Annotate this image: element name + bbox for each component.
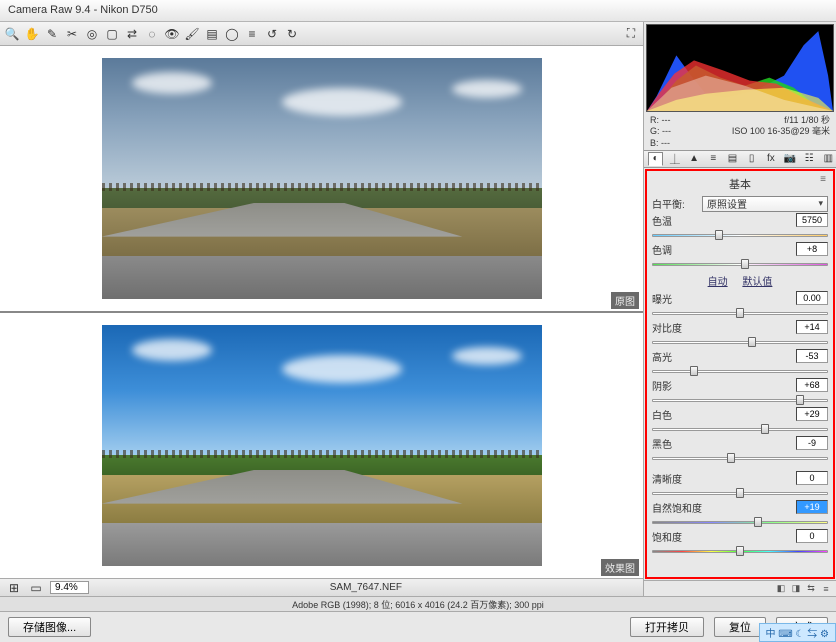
spot-removal-icon[interactable]: ◌ xyxy=(144,26,160,42)
result-label: 效果图 xyxy=(601,559,639,576)
tint-value[interactable] xyxy=(796,242,828,256)
target-adjust-icon[interactable]: ◎ xyxy=(84,26,100,42)
info-r: R: --- xyxy=(650,115,671,126)
tint-slider[interactable] xyxy=(652,258,828,270)
right-view-controls: ◧ ◨ ⇆ ≡ xyxy=(644,580,836,596)
view-menu-icon[interactable]: ≡ xyxy=(820,583,832,595)
titlebar: Camera Raw 9.4 - Nikon D750 xyxy=(0,0,836,22)
saturation-label: 饱和度 xyxy=(652,529,698,544)
whites-value[interactable] xyxy=(796,407,828,421)
contrast-value[interactable] xyxy=(796,320,828,334)
before-after-icon[interactable]: ⇆ xyxy=(805,583,817,595)
clarity-value[interactable] xyxy=(796,471,828,485)
saturation-slider[interactable] xyxy=(652,545,828,557)
panel-tabs: ◐ ⏊ ▲ ≡ ▤ ▯ fx 📷 ☷ ▥ xyxy=(644,150,836,168)
info-iso: ISO 100 16-35@29 毫米 xyxy=(732,126,830,137)
default-link[interactable]: 默认值 xyxy=(742,277,772,288)
radial-filter-icon[interactable]: ◯ xyxy=(224,26,240,42)
adjustment-brush-icon[interactable]: 🖌 xyxy=(184,26,200,42)
preferences-icon[interactable]: ≡ xyxy=(244,26,260,42)
exposure-label: 曝光 xyxy=(652,291,698,306)
zoom-dropdown[interactable]: 9.4% xyxy=(50,581,89,594)
exposure-slider[interactable] xyxy=(652,307,828,319)
tab-camera[interactable]: 📷 xyxy=(782,152,797,166)
straighten-tool-icon[interactable]: ⇄ xyxy=(124,26,140,42)
open-copy-button[interactable]: 打开拷贝 xyxy=(630,617,704,637)
temp-slider[interactable] xyxy=(652,229,828,241)
left-statusbar: ⊞ ▭ 9.4% SAM_7647.NEF xyxy=(0,578,643,596)
zoom-tool-icon[interactable]: 🔍 xyxy=(4,26,20,42)
temp-value[interactable] xyxy=(796,213,828,227)
tint-label: 色调 xyxy=(652,242,698,257)
fullscreen-toggle-icon[interactable]: ⛶ xyxy=(623,26,639,42)
window-title: Camera Raw 9.4 - Nikon D750 xyxy=(8,4,158,16)
single-view-icon[interactable]: ▭ xyxy=(28,580,44,596)
shadows-slider[interactable] xyxy=(652,394,828,406)
panel-title: 基本 xyxy=(652,174,828,196)
highlight-clip-icon[interactable]: ◨ xyxy=(790,583,802,595)
color-sampler-icon[interactable]: ✂ xyxy=(64,26,80,42)
crop-tool-icon[interactable]: ▢ xyxy=(104,26,120,42)
clarity-label: 清晰度 xyxy=(652,471,698,486)
shadow-clip-icon[interactable]: ◧ xyxy=(775,583,787,595)
info-exposure: f/11 1/80 秒 xyxy=(732,115,830,126)
vibrance-slider[interactable] xyxy=(652,516,828,528)
tab-fx[interactable]: fx xyxy=(763,152,778,166)
blacks-value[interactable] xyxy=(796,436,828,450)
info-b: B: --- xyxy=(650,138,671,149)
image-info: R: --- G: --- B: --- f/11 1/80 秒 ISO 100… xyxy=(644,114,836,150)
auto-link[interactable]: 自动 xyxy=(708,277,728,288)
tab-presets[interactable]: ☷ xyxy=(802,152,817,166)
info-g: G: --- xyxy=(650,126,671,137)
wb-dropdown[interactable]: 原照设置 xyxy=(702,196,828,212)
tab-basic[interactable]: ◐ xyxy=(648,152,663,166)
shadows-value[interactable] xyxy=(796,378,828,392)
toolbar: 🔍 ✋ ✎ ✂ ◎ ▢ ⇄ ◌ 👁 🖌 ▤ ◯ ≡ ↺ ↻ ⛶ xyxy=(0,22,643,46)
preview-area: 原图 效果图 xyxy=(0,46,643,578)
basic-panel: 基本 白平衡: 原照设置 色温 色调 自动 xyxy=(645,169,835,579)
highlights-value[interactable] xyxy=(796,349,828,363)
tab-detail[interactable]: ▲ xyxy=(686,152,701,166)
wb-eyedropper-icon[interactable]: ✎ xyxy=(44,26,60,42)
exposure-value[interactable] xyxy=(796,291,828,305)
preview-result[interactable]: 效果图 xyxy=(0,313,643,578)
tab-lens[interactable]: ▯ xyxy=(744,152,759,166)
whites-label: 白色 xyxy=(652,407,698,422)
clarity-slider[interactable] xyxy=(652,487,828,499)
histogram[interactable] xyxy=(646,24,834,112)
hand-tool-icon[interactable]: ✋ xyxy=(24,26,40,42)
temp-label: 色温 xyxy=(652,213,698,228)
highlights-slider[interactable] xyxy=(652,365,828,377)
graduated-filter-icon[interactable]: ▤ xyxy=(204,26,220,42)
original-label: 原图 xyxy=(611,292,639,309)
blacks-label: 黑色 xyxy=(652,436,698,451)
highlights-label: 高光 xyxy=(652,349,698,364)
contrast-slider[interactable] xyxy=(652,336,828,348)
save-image-button[interactable]: 存储图像... xyxy=(8,617,91,637)
whites-slider[interactable] xyxy=(652,423,828,435)
contrast-label: 对比度 xyxy=(652,320,698,335)
workflow-link[interactable]: Adobe RGB (1998); 8 位; 6016 x 4016 (24.2… xyxy=(0,596,836,612)
rotate-cw-icon[interactable]: ↻ xyxy=(284,26,300,42)
saturation-value[interactable] xyxy=(796,529,828,543)
preview-original[interactable]: 原图 xyxy=(0,46,643,313)
grid-view-icon[interactable]: ⊞ xyxy=(6,580,22,596)
tab-split[interactable]: ▤ xyxy=(725,152,740,166)
vibrance-value[interactable] xyxy=(796,500,828,514)
tab-snapshots[interactable]: ▥ xyxy=(821,152,836,166)
tab-hsl[interactable]: ≡ xyxy=(706,152,721,166)
shadows-label: 阴影 xyxy=(652,378,698,393)
filename-label: SAM_7647.NEF xyxy=(95,582,637,593)
vibrance-label: 自然饱和度 xyxy=(652,500,712,515)
button-bar: 存储图像... 打开拷贝 复位 完成 xyxy=(0,612,836,642)
redeye-tool-icon[interactable]: 👁 xyxy=(164,26,180,42)
ime-status-strip[interactable]: 中 ⌨ ☾ ⇆ ⚙ xyxy=(759,623,836,642)
rotate-ccw-icon[interactable]: ↺ xyxy=(264,26,280,42)
tab-curve[interactable]: ⏊ xyxy=(667,152,682,166)
wb-label: 白平衡: xyxy=(652,196,698,211)
blacks-slider[interactable] xyxy=(652,452,828,464)
